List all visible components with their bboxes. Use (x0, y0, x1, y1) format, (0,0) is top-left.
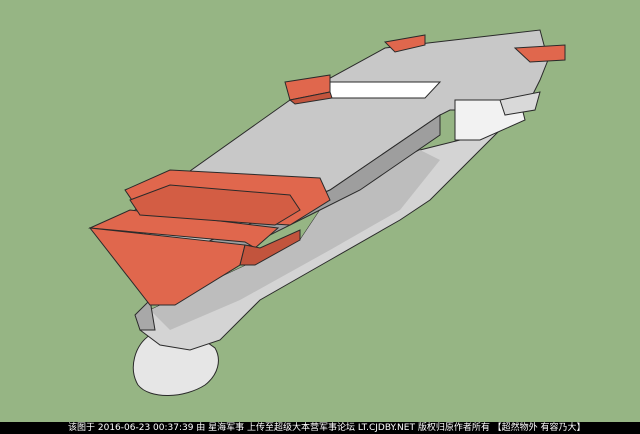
carrier-model-drawing (88, 29, 566, 396)
watermark-bar: 该图于 2016-06-23 00:37:39 由 星海军事 上传至超级大本营军… (0, 422, 640, 434)
watermark-text: 该图于 2016-06-23 00:37:39 由 星海军事 上传至超级大本营军… (68, 423, 586, 433)
model-viewport[interactable] (0, 0, 640, 422)
elevator-well (324, 81, 442, 99)
